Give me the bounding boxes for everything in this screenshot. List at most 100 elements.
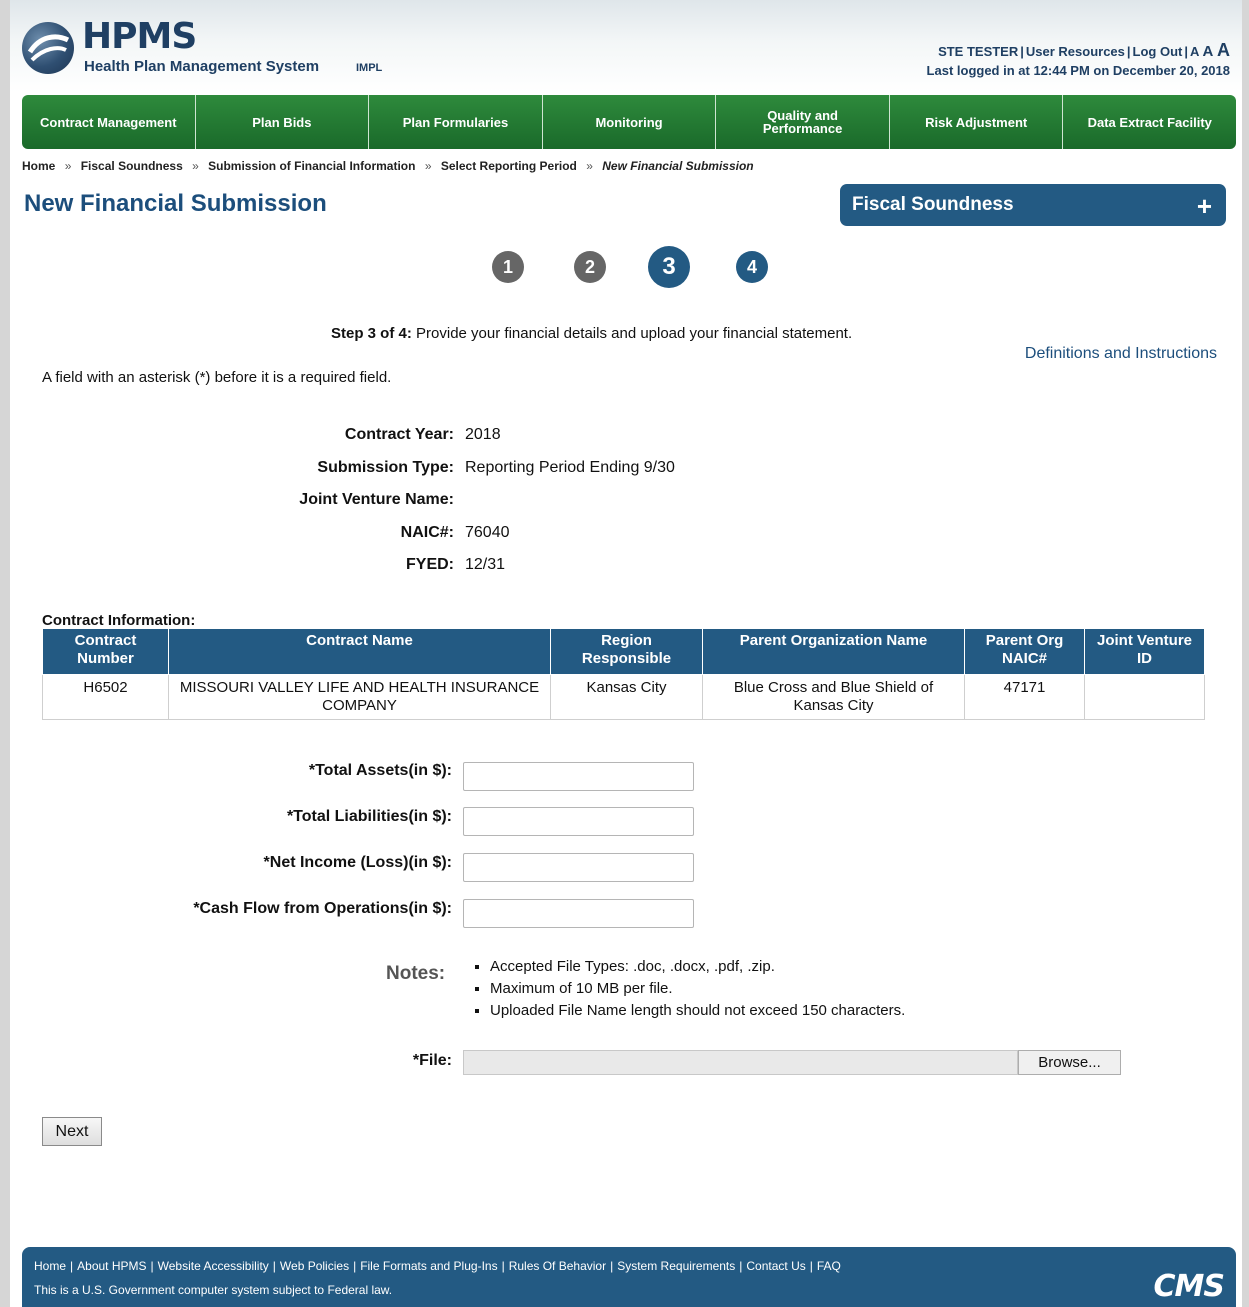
environment-label: IMPL — [356, 62, 383, 74]
site-header: HPMS Health Plan Management System IMPL … — [10, 0, 1242, 92]
submission-type-row: Submission Type: Reporting Period Ending… — [10, 459, 1242, 479]
nav-plan-formularies[interactable]: Plan Formularies — [369, 95, 543, 149]
main-nav: Contract Management Plan Bids Plan Formu… — [22, 95, 1236, 149]
utility-links: STE TESTER | User Resources | Log Out | A A A — [938, 40, 1230, 60]
page: HPMS Health Plan Management System IMPL … — [10, 0, 1242, 1307]
expand-plus-icon[interactable]: + — [1197, 191, 1212, 222]
step-description: Step 3 of 4: Provide your financial deta… — [331, 325, 852, 342]
table-header-row: Contract Number Contract Name Region Res… — [42, 628, 1205, 675]
footer-link-file-formats[interactable]: File Formats and Plug-Ins — [360, 1259, 497, 1273]
cash-flow-input[interactable] — [463, 899, 694, 928]
contract-information-label: Contract Information: — [42, 612, 196, 629]
contract-number-cell: H6502 — [42, 674, 169, 720]
column-header: Parent Organization Name — [702, 628, 965, 675]
breadcrumb-separator: » — [64, 159, 72, 173]
footer-link-contact[interactable]: Contact Us — [746, 1259, 805, 1273]
next-button[interactable]: Next — [42, 1117, 102, 1146]
list-item: Maximum of 10 MB per file. — [490, 978, 905, 1000]
nav-data-extract-facility[interactable]: Data Extract Facility — [1063, 95, 1236, 149]
cms-logo: CMS — [1153, 1269, 1225, 1304]
breadcrumb-current: New Financial Submission — [602, 159, 754, 173]
logo-subtitle: Health Plan Management System — [84, 58, 320, 75]
fyed-row: FYED: 12/31 — [10, 556, 1242, 576]
hpms-globe-logo — [22, 22, 74, 74]
column-header: Parent Org NAIC# — [964, 628, 1085, 675]
nav-monitoring[interactable]: Monitoring — [543, 95, 717, 149]
footer-links: Home | About HPMS | Website Accessibility | We… — [34, 1259, 841, 1273]
total-liabilities-input[interactable] — [463, 807, 694, 836]
footer-link-system-requirements[interactable]: System Requirements — [617, 1259, 735, 1273]
column-header: Joint Venture ID — [1084, 628, 1205, 675]
nav-plan-bids[interactable]: Plan Bids — [196, 95, 370, 149]
fyed-label: FYED: — [406, 556, 454, 573]
contract-year-value: 2018 — [465, 426, 501, 443]
breadcrumb-home[interactable]: Home — [22, 159, 55, 173]
step-instructions-text: Provide your financial details and uploa… — [411, 325, 853, 342]
logout-link[interactable]: Log Out — [1133, 44, 1183, 59]
footer-link-web-policies[interactable]: Web Policies — [280, 1259, 349, 1273]
contract-name-cell: MISSOURI VALLEY LIFE AND HEALTH INSURANC… — [168, 674, 551, 720]
fiscal-soundness-panel[interactable]: Fiscal Soundness + — [840, 184, 1226, 226]
net-income-label: *Net Income (Loss)(in $): — [263, 854, 452, 871]
step-1-indicator: 1 — [492, 251, 524, 283]
total-assets-input[interactable] — [463, 762, 694, 791]
breadcrumb-separator: » — [192, 159, 199, 173]
nav-contract-management[interactable]: Contract Management — [22, 95, 196, 149]
breadcrumb-separator: » — [586, 159, 593, 173]
breadcrumb-submission[interactable]: Submission of Financial Information — [208, 159, 415, 173]
font-size-medium[interactable]: A — [1203, 43, 1214, 60]
joint-venture-label: Joint Venture Name: — [299, 491, 454, 508]
page-title: New Financial Submission — [24, 190, 327, 217]
footer-link-about[interactable]: About HPMS — [77, 1259, 146, 1273]
nav-quality-performance[interactable]: Quality and Performance — [716, 95, 890, 149]
footer-link-home[interactable]: Home — [34, 1259, 66, 1273]
file-path-field[interactable] — [463, 1050, 1018, 1075]
fiscal-soundness-label: Fiscal Soundness — [852, 194, 1014, 215]
region-cell: Kansas City — [550, 674, 703, 720]
breadcrumb-separator: » — [424, 159, 432, 173]
font-size-small[interactable]: A — [1190, 44, 1199, 59]
parent-org-cell: Blue Cross and Blue Shield of Kansas Cit… — [702, 674, 965, 720]
notes-label: Notes: — [386, 963, 446, 984]
browse-button[interactable]: Browse... — [1018, 1050, 1121, 1075]
column-header: Contract Number — [42, 628, 169, 675]
contract-information-table: Contract Number Contract Name Region Res… — [42, 628, 1205, 720]
site-footer: Home | About HPMS | Website Accessibility | We… — [22, 1247, 1236, 1307]
nav-quality-performance-label: Quality and Performance — [762, 108, 843, 136]
total-liabilities-label: *Total Liabilities(in $): — [286, 808, 452, 825]
column-header: Region Responsible — [550, 628, 703, 675]
user-resources-link[interactable]: User Resources — [1026, 44, 1125, 59]
footer-link-faq[interactable]: FAQ — [817, 1259, 841, 1273]
contract-year-label: Contract Year: — [344, 426, 454, 443]
last-logged-text: Last logged in at 12:44 PM on December 2… — [926, 63, 1230, 78]
footer-link-rules[interactable]: Rules Of Behavior — [509, 1259, 606, 1273]
joint-venture-id-cell — [1084, 674, 1205, 720]
definitions-instructions-link[interactable]: Definitions and Instructions — [1025, 345, 1217, 363]
naic-label: NAIC#: — [400, 524, 454, 541]
breadcrumb-fiscal-soundness[interactable]: Fiscal Soundness — [81, 159, 183, 173]
file-label: *File: — [412, 1052, 452, 1069]
required-field-note: A field with an asterisk (*) before it i… — [42, 369, 392, 386]
naic-value: 76040 — [465, 524, 510, 541]
contract-year-row: Contract Year: 2018 — [10, 426, 1242, 446]
step-4-indicator: 4 — [736, 251, 768, 283]
nav-risk-adjustment[interactable]: Risk Adjustment — [890, 95, 1064, 149]
breadcrumb-select-period[interactable]: Select Reporting Period — [441, 159, 577, 173]
user-name-link[interactable]: STE TESTER — [938, 44, 1018, 59]
submission-type-value: Reporting Period Ending 9/30 — [465, 459, 675, 476]
logo-title: HPMS — [82, 16, 197, 57]
font-size-large[interactable]: A — [1217, 40, 1230, 60]
fyed-value: 12/31 — [465, 556, 506, 573]
footer-link-accessibility[interactable]: Website Accessibility — [158, 1259, 269, 1273]
step-number-text: Step 3 of 4: — [331, 325, 412, 342]
net-income-input[interactable] — [463, 853, 694, 882]
submission-type-label: Submission Type: — [317, 459, 454, 476]
joint-venture-row: Joint Venture Name: — [10, 491, 1242, 511]
total-assets-label: *Total Assets(in $): — [308, 762, 452, 779]
footer-disclaimer: This is a U.S. Government computer syste… — [34, 1283, 393, 1297]
notes-list: Accepted File Types: .doc, .docx, .pdf, … — [476, 956, 905, 1022]
cash-flow-label: *Cash Flow from Operations(in $): — [193, 900, 452, 917]
list-item: Accepted File Types: .doc, .docx, .pdf, … — [490, 956, 905, 978]
list-item: Uploaded File Name length should not exc… — [490, 1000, 905, 1022]
parent-naic-cell: 47171 — [964, 674, 1085, 720]
